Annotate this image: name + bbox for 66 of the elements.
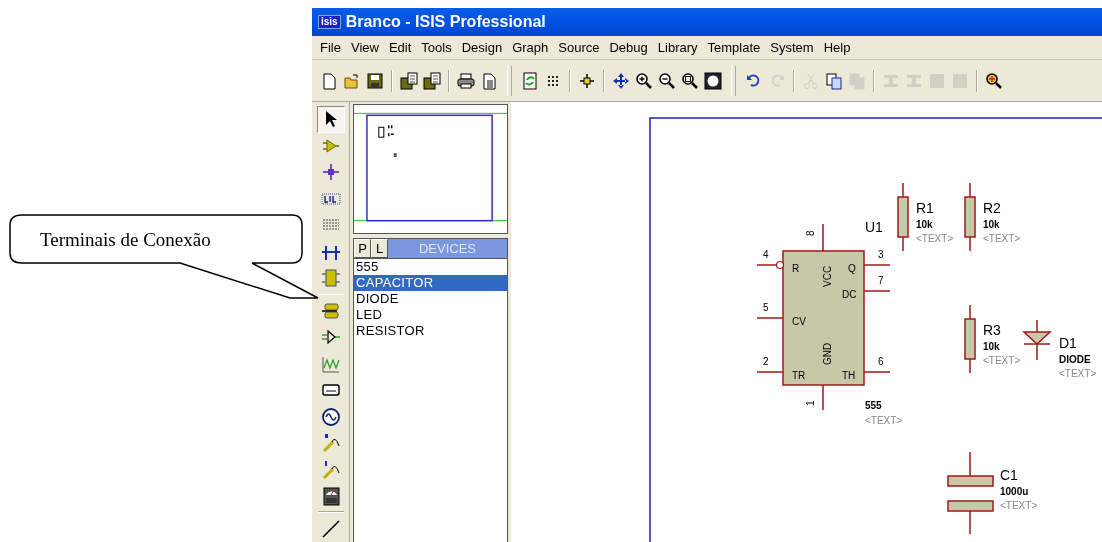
component-reference: U1 — [865, 219, 883, 235]
pin-label: TH — [842, 370, 856, 381]
pin-number: 3 — [878, 249, 884, 260]
pin-number: 5 — [763, 302, 769, 313]
menu-item[interactable]: Tools — [416, 40, 457, 55]
pin-number: 4 — [763, 249, 769, 260]
pin-label: DC — [842, 289, 857, 300]
capacitor-symbol[interactable] — [947, 451, 994, 535]
menu-item[interactable]: Debug — [604, 40, 653, 55]
component-value: 10k — [983, 219, 1000, 230]
component-reference: R3 — [983, 322, 1001, 338]
device-item[interactable]: 555 — [354, 259, 507, 275]
menu-item[interactable]: Design — [456, 40, 508, 55]
pin-label: Q — [848, 263, 856, 274]
device-item[interactable]: DIODE — [354, 291, 507, 307]
ic-body[interactable] — [782, 250, 865, 386]
device-item[interactable]: CAPACITOR — [354, 275, 507, 291]
menu-item[interactable]: Edit — [383, 40, 417, 55]
pin-number: 7 — [878, 275, 884, 286]
menu-item[interactable]: System — [765, 40, 819, 55]
component-value: 10k — [916, 219, 933, 230]
menu-item[interactable]: Help — [818, 40, 856, 55]
pin-number: 2 — [763, 356, 769, 367]
pin-number: 8 — [805, 230, 816, 236]
component-reference: D1 — [1059, 335, 1077, 351]
menu-item[interactable]: File — [315, 40, 346, 55]
resistor-symbol[interactable] — [897, 182, 909, 252]
menu-item[interactable]: View — [345, 40, 384, 55]
overview-panel[interactable] — [353, 104, 508, 234]
pin-number: 6 — [878, 356, 884, 367]
device-item[interactable]: LED — [354, 307, 507, 323]
resistor-symbol[interactable] — [964, 182, 976, 252]
library-button[interactable]: L — [371, 239, 388, 258]
schematic-canvas[interactable]: 4 R 8 VCC 3 Q 7 DC 5 CV 2 TR 1 GND 6 TH U1 555 <TEXT> R1 10k <TEXT> R2 10k <TEXT> R3 10k <TEXT> D1 DIODE <TEXT> C1 1000u <TEXT> — [511, 102, 1102, 542]
text-placeholder: <TEXT> — [983, 355, 1021, 366]
text-placeholder: <TEXT> — [1059, 368, 1097, 379]
menu-item[interactable]: Template — [702, 40, 766, 55]
pin-lead — [756, 260, 785, 270]
menu-item[interactable]: Library — [652, 40, 703, 55]
pin-label: CV — [792, 316, 806, 327]
window-title: Branco - ISIS Professional — [345, 13, 546, 31]
text-placeholder: <TEXT> — [865, 415, 903, 426]
pin-label: TR — [792, 370, 806, 381]
device-item[interactable]: RESISTOR — [354, 323, 507, 339]
pin-label: R — [792, 263, 800, 274]
component-value: 555 — [865, 400, 882, 411]
app-logo: isis — [318, 15, 341, 29]
menu-item[interactable]: Source — [553, 40, 605, 55]
component-reference: R1 — [916, 200, 934, 216]
pin-label: VCC — [822, 265, 833, 287]
text-placeholder: <TEXT> — [983, 233, 1021, 244]
component-value: 10k — [983, 341, 1000, 352]
component-reference: C1 — [1000, 467, 1018, 483]
pin-label: GND — [822, 342, 833, 365]
component-value: 1000u — [1000, 486, 1029, 497]
text-placeholder: <TEXT> — [1000, 500, 1038, 511]
component-reference: R2 — [983, 200, 1001, 216]
library-button[interactable]: P — [354, 239, 371, 258]
menu-item[interactable]: Graph — [507, 40, 554, 55]
diode-symbol[interactable] — [1022, 319, 1052, 361]
pin-number: 1 — [805, 400, 816, 406]
resistor-symbol[interactable] — [964, 304, 976, 374]
devices-header: DEVICES — [388, 239, 507, 258]
callout-text: Terminais de Conexão — [40, 229, 211, 251]
component-value: DIODE — [1059, 354, 1091, 365]
text-placeholder: <TEXT> — [916, 233, 954, 244]
